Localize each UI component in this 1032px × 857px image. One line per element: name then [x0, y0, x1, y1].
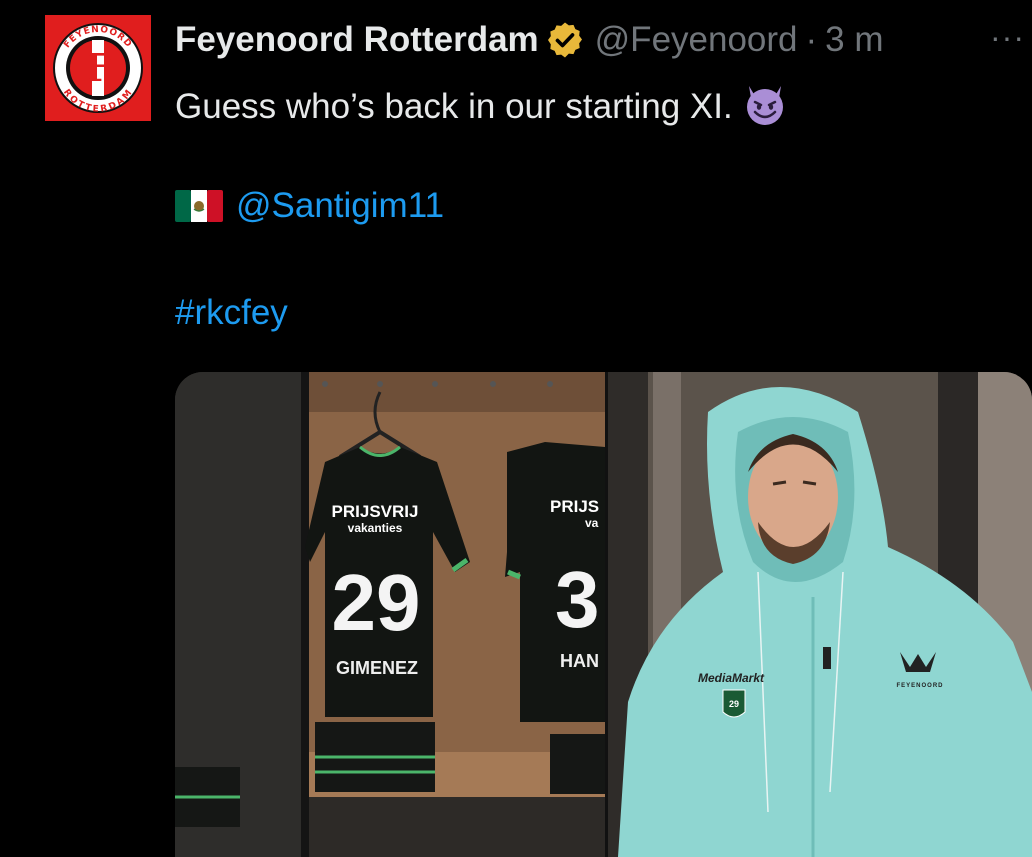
media-image-jerseys[interactable]: PRIJSVRIJ vakanties 29 GIMENEZ PRIJS va …: [175, 372, 605, 857]
mention-link[interactable]: @Santigim11: [236, 186, 444, 226]
verified-badge-icon[interactable]: [545, 20, 585, 60]
author-name[interactable]: Feyenoord Rotterdam: [175, 20, 539, 60]
shirt-sponsor-sub: vakanties: [348, 521, 403, 535]
shirt-name: GIMENEZ: [336, 658, 418, 678]
shirt-number: 29: [332, 558, 421, 647]
smiling-devil-emoji: [746, 86, 783, 125]
separator-dot: ·: [805, 20, 818, 59]
brand-text: FEYENOORD: [896, 683, 943, 689]
chest-sponsor: MediaMarkt: [698, 671, 765, 685]
more-options-icon[interactable]: ···: [990, 21, 1025, 53]
media-image-player[interactable]: MediaMarkt 29 FEYENOORD: [608, 372, 1032, 857]
tweet-header: Feyenoord Rotterdam @Feyenoord · 3 m: [175, 18, 884, 62]
shirt-sponsor: PRIJSVRIJ: [332, 502, 419, 521]
tweet-text: Guess who’s back in our starting XI.: [175, 87, 733, 126]
mexico-flag-emoji: [175, 190, 223, 222]
tweet-media[interactable]: PRIJSVRIJ vakanties 29 GIMENEZ PRIJS va …: [175, 372, 1032, 857]
logo-letter: F: [85, 45, 112, 90]
shirt2-sponsor-sub: va: [585, 516, 599, 530]
author-avatar[interactable]: F FEYENOORD ROTTERDAM: [45, 15, 151, 121]
hashtag-line: #rkcfey: [175, 293, 288, 333]
mention-line: @Santigim11: [175, 186, 444, 226]
shirt2-number: 3: [555, 555, 600, 644]
tweet-text-line: Guess who’s back in our starting XI.: [175, 80, 789, 128]
tweet-timestamp[interactable]: 3 m: [825, 20, 883, 60]
hashtag-link[interactable]: #rkcfey: [175, 293, 288, 332]
shirt2-name: HAN: [560, 651, 599, 671]
shirt2-sponsor: PRIJS: [550, 497, 599, 516]
author-handle[interactable]: @Feyenoord: [595, 20, 798, 60]
feyenoord-logo: F FEYENOORD ROTTERDAM: [45, 15, 151, 121]
badge-number: 29: [729, 699, 739, 709]
